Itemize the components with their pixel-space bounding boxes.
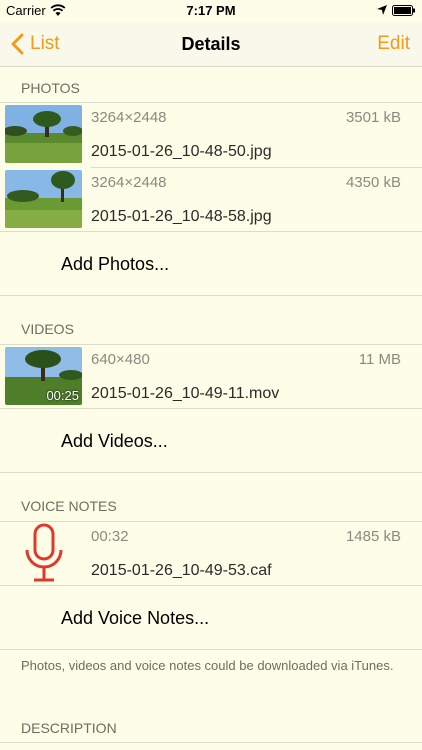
photo-row[interactable]: 3264×2448 4350 kB 2015-01-26_10-48-58.jp… (0, 168, 422, 232)
divider (0, 295, 422, 296)
status-bar: Carrier 7:17 PM (0, 0, 422, 22)
voice-notes-section-header: VOICE NOTES (21, 498, 117, 514)
photos-section-header: PHOTOS (21, 80, 80, 96)
divider (0, 585, 422, 586)
add-videos-button[interactable]: Add Videos... (61, 431, 168, 452)
video-row[interactable]: 00:25 640×480 11 MB 2015-01-26_10-49-11.… (0, 345, 422, 409)
microphone-icon (25, 523, 63, 582)
navigation-bar: List Details Edit (0, 22, 422, 67)
divider (0, 231, 422, 232)
divider (0, 742, 422, 743)
divider (0, 472, 422, 473)
divider (0, 649, 422, 650)
video-dimensions: 640×480 (91, 351, 150, 368)
add-photos-button[interactable]: Add Photos... (61, 254, 169, 275)
photo-filename: 2015-01-26_10-48-50.jpg (91, 143, 272, 160)
divider (0, 408, 422, 409)
videos-section-header: VIDEOS (21, 321, 74, 337)
section-footer-note: Photos, videos and voice notes could be … (21, 658, 394, 673)
add-voice-notes-button[interactable]: Add Voice Notes... (61, 608, 209, 629)
photo-size: 4350 kB (345, 174, 401, 191)
photo-thumbnail (5, 170, 82, 228)
video-filename: 2015-01-26_10-49-11.mov (91, 385, 280, 402)
voice-note-duration: 00:32 (91, 528, 129, 545)
photo-thumbnail (5, 105, 82, 163)
video-size: 11 MB (358, 351, 401, 368)
page-title: Details (181, 34, 241, 54)
back-button[interactable]: List (10, 22, 60, 66)
voice-note-size: 1485 kB (345, 528, 401, 545)
photo-dimensions: 3264×2448 (91, 174, 167, 191)
photo-filename: 2015-01-26_10-48-58.jpg (91, 208, 272, 225)
video-thumbnail: 00:25 (5, 347, 82, 405)
chevron-left-icon (11, 33, 24, 55)
description-section-header: DESCRIPTION (21, 720, 117, 736)
battery-icon (392, 5, 415, 16)
location-arrow-icon (377, 5, 387, 15)
voice-note-filename: 2015-01-26_10-49-53.caf (91, 562, 272, 579)
status-time: 7:17 PM (186, 3, 236, 18)
edit-button[interactable]: Edit (377, 22, 410, 66)
video-duration: 00:25 (46, 388, 79, 403)
back-button-label: List (30, 33, 60, 54)
voice-note-row[interactable]: 00:32 1485 kB 2015-01-26_10-49-53.caf (0, 522, 422, 586)
photo-size: 3501 kB (345, 109, 401, 126)
photo-row[interactable]: 3264×2448 3501 kB 2015-01-26_10-48-50.jp… (0, 103, 422, 167)
photo-dimensions: 3264×2448 (91, 109, 167, 126)
